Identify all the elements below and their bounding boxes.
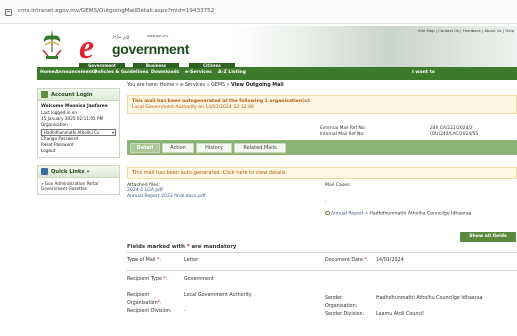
browser-url-bar[interactable]: cms.intranet.egov.mv/GEMS/OutgoingMailDe…	[0, 0, 517, 24]
alert-line-2: Local Government Authority on 14/01/2024…	[132, 105, 254, 110]
recipient-type-value: Government	[184, 277, 214, 282]
divider	[127, 270, 517, 271]
url-text[interactable]: cms.intranet.egov.mv/GEMS/OutgoingMailDe…	[18, 8, 214, 14]
mail-case-row: Annual Report » Hadhdhunmathi Atholhu Co…	[325, 210, 472, 217]
mandatory-prefix: Fields marked with	[127, 244, 187, 250]
account-login-box: Account Login Welcome Moonisa Jaufaree L…	[37, 88, 120, 158]
recipient-type-label: Recipient Type *:	[127, 277, 167, 282]
top-links[interactable]: Site Map | Contact Us | Feedback | About…	[418, 28, 514, 33]
nav-announcements[interactable]: Announcements	[55, 70, 97, 75]
nav-az-listing[interactable]: A-Z Listing	[218, 70, 246, 75]
page-icon	[5, 9, 12, 16]
quick-links-header: Quick Links »	[38, 166, 119, 178]
logo-dhivehi-text: ޖޫރަވި ސަރުކާރު	[112, 35, 129, 40]
internal-ref-value: (OU)240/LAC/2024/55	[430, 132, 479, 137]
logout-link[interactable]: Logout	[41, 148, 116, 154]
mandatory-suffix: are mandatory	[189, 244, 237, 250]
paperclip-icon	[325, 210, 330, 215]
type-of-mail-value: Letter	[184, 258, 199, 263]
document-date-label-text: Document Date	[325, 258, 363, 263]
nav-eservices[interactable]: e-Services	[185, 70, 212, 75]
tab-detail[interactable]: Detail	[130, 143, 160, 153]
mail-case-link[interactable]: Annual Report	[331, 211, 364, 216]
show-all-fields-button[interactable]: Show all fields	[460, 232, 516, 242]
required-star: *:	[157, 301, 162, 306]
attachments-section: Attached files: 2024-2 LGA.pdf Annual Re…	[127, 183, 206, 199]
internal-ref-label: Internal Mail Ref No:	[320, 132, 365, 137]
logo-government-text: government	[112, 41, 190, 57]
account-login-body: Welcome Moonisa Jaufaree Last logged in …	[38, 101, 119, 157]
arrow-right-icon	[41, 168, 48, 175]
quick-links-box: Quick Links » » Gov Administration Porta…	[37, 165, 120, 195]
required-star: *:	[364, 258, 369, 263]
recipient-type-label-text: Recipient Type	[127, 277, 162, 282]
mail-cases-section: Mail Cases: - Annual Report » Hadhdhunma…	[325, 183, 471, 217]
organisation-select[interactable]: Hadhdhunmathi Atholhu Co	[41, 129, 116, 136]
sender-division-label: Sender Division:	[325, 312, 365, 317]
organisation-label: Organisation	[41, 122, 68, 127]
tab-related-mails[interactable]: Related Mails	[234, 143, 286, 153]
sidebar: Account Login Welcome Moonisa Jaufaree L…	[37, 88, 120, 202]
national-emblem-icon	[42, 30, 62, 59]
type-of-mail-label-text: Type of Mail	[127, 258, 156, 263]
nav-policies[interactable]: Policies & Guidelines	[94, 70, 148, 75]
sender-division-value: Laamu Atoll Council	[376, 312, 424, 317]
account-login-title: Account Login	[51, 92, 93, 98]
main-nav-bar: Government Business Citizens Home Announ…	[37, 63, 517, 80]
autogenerated-alert: This mail has been autogenerated at the …	[127, 95, 517, 114]
nav-i-want-to[interactable]: I want to	[412, 70, 435, 75]
sender-label: Sender	[325, 296, 343, 301]
recipient-org-label-2: Organisation*:	[127, 301, 162, 306]
breadcrumb-path[interactable]: You are here: Home » e-Services » GEMS »	[127, 83, 231, 88]
detail-tabs-bar: Detail Action History Related Mails	[127, 140, 517, 155]
recipient-org-label-1: Recipient	[127, 293, 150, 298]
attached-file-2[interactable]: Annual Report 2023 final.docx.pdf	[127, 194, 206, 199]
main-content: You are here: Home » e-Services » GEMS »…	[127, 82, 517, 317]
logo-url-text: www.gov.mv	[147, 34, 169, 38]
autogen-note[interactable]: This mail has been auto-generated. Click…	[127, 167, 517, 179]
required-star: *:	[156, 258, 161, 263]
mail-cases-dash: -	[325, 200, 327, 206]
recipient-division-value: -	[184, 309, 186, 314]
quick-link-gazettes[interactable]: Government Gazettes	[41, 186, 116, 191]
sender-org-label: Organisation:	[325, 304, 358, 309]
tab-history[interactable]: History	[196, 143, 232, 153]
mail-cases-label: Mail Cases:	[325, 183, 351, 188]
document-date-value: 14/01/2024	[376, 258, 404, 263]
mail-refs: External Mail Ref No: 240 CA/221/2024/2 I…	[317, 126, 517, 138]
type-of-mail-label: Type of Mail *:	[127, 258, 161, 263]
document-date-label: Document Date *:	[325, 258, 368, 263]
account-login-header: Account Login	[38, 89, 119, 101]
recipient-org-label-2-text: Organisation	[127, 301, 158, 306]
tab-government[interactable]: Government	[79, 63, 125, 68]
tab-action[interactable]: Action	[162, 143, 194, 153]
mandatory-note: Fields marked with * are mandatory	[127, 244, 236, 250]
sender-org-value: Hadhdhunmathi Atholhu Councilge Idhaaraa	[376, 296, 483, 301]
tab-business[interactable]: Business	[133, 63, 179, 68]
nav-downloads[interactable]: Downloads	[151, 70, 179, 75]
nav-home[interactable]: Home	[40, 70, 55, 75]
mail-case-path: » Hadhdhunmathi Atholhu Councilge Idhaar…	[363, 211, 472, 217]
key-icon	[41, 91, 48, 98]
breadcrumb: You are here: Home » e-Services » GEMS »…	[127, 82, 517, 90]
recipient-division-label: Recipient Division:	[127, 309, 172, 314]
tab-citizens[interactable]: Citizens	[189, 63, 235, 68]
quick-links-body: » Gov Administration Portal Government G…	[38, 178, 119, 194]
quick-links-title[interactable]: Quick Links »	[51, 169, 90, 175]
breadcrumb-current: View Outgoing Mail	[231, 83, 284, 88]
divider	[127, 252, 517, 253]
recipient-org-value: Local Government Authority	[184, 293, 252, 298]
egov-e-logo: e	[79, 29, 95, 66]
required-star: *:	[163, 277, 168, 282]
